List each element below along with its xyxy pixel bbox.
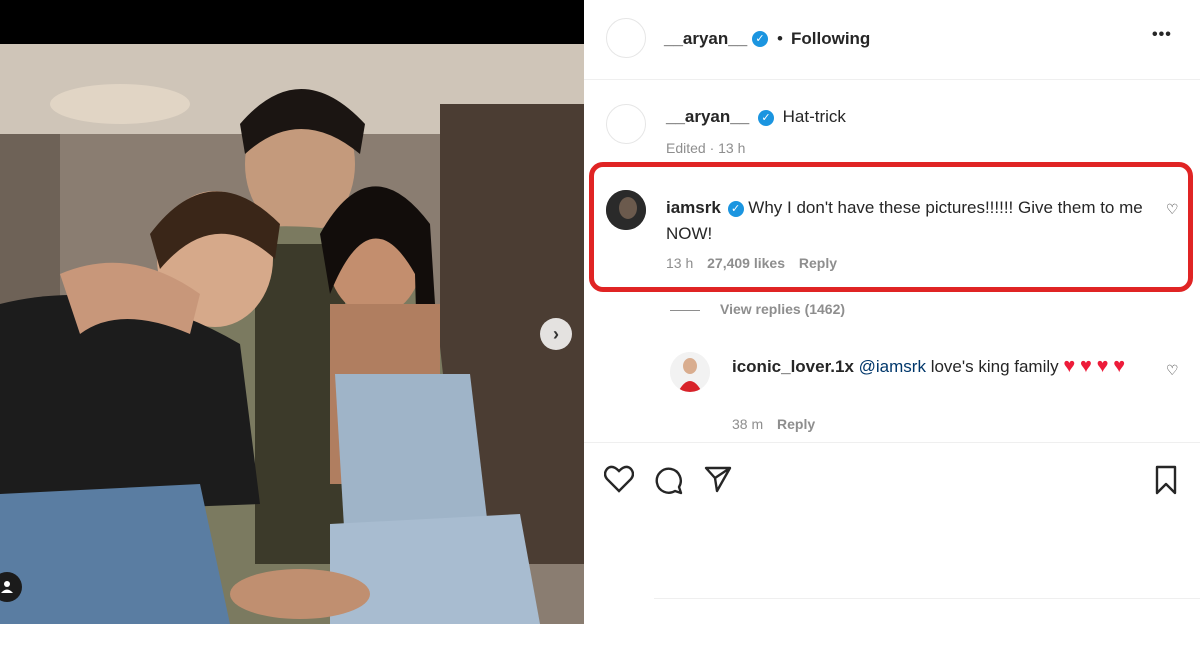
caption-text: Hat-trick: [782, 107, 846, 126]
post-actions-bar: [584, 442, 1200, 522]
verified-icon: ✓: [757, 109, 774, 126]
reply-body: iconic_lover.1x @iamsrk love's king fami…: [732, 353, 1132, 380]
comment-like-heart-icon[interactable]: ♡: [1166, 201, 1179, 218]
comment-icon[interactable]: [654, 465, 684, 495]
heart-emoji: ♥: [1096, 355, 1109, 377]
post-photo[interactable]: [0, 44, 584, 624]
more-options-icon[interactable]: •••: [1152, 26, 1172, 44]
verified-icon: ✓: [727, 200, 744, 217]
post-header: __aryan__ ✓ • Following •••: [584, 0, 1200, 80]
reply-meta: 38 m Reply: [732, 416, 815, 432]
comment-likes[interactable]: 27,409 likes: [707, 255, 785, 271]
comment-reply-button[interactable]: Reply: [799, 255, 837, 271]
media-bottom-bar: [0, 624, 584, 667]
post-media-pane: ›: [0, 0, 584, 667]
media-top-bar: [0, 0, 584, 44]
following-button[interactable]: Following: [791, 29, 870, 49]
caption-row: __aryan__ ✓ Hat-trick: [666, 107, 846, 127]
replies-divider: [670, 310, 700, 311]
dot-separator: •: [777, 29, 783, 48]
reply-avatar[interactable]: [670, 352, 710, 392]
reply-like-heart-icon[interactable]: ♡: [1166, 362, 1179, 379]
post-side-panel: __aryan__ ✓ • Following ••• __aryan__ ✓ …: [584, 0, 1200, 667]
comment-author[interactable]: iamsrk: [666, 198, 721, 217]
heart-icon[interactable]: [604, 465, 634, 493]
verified-icon: ✓: [752, 31, 768, 47]
caption-avatar[interactable]: [606, 104, 646, 144]
reply-text: love's king family: [930, 357, 1059, 376]
reply-time: 38 m: [732, 416, 764, 432]
caption-meta: Edited · 13 h: [666, 140, 746, 156]
heart-emoji: ♥: [1113, 355, 1126, 377]
share-icon[interactable]: [704, 465, 732, 493]
author-avatar[interactable]: [606, 18, 646, 58]
reply-mention[interactable]: @iamsrk: [859, 357, 926, 376]
comment-meta: 13 h 27,409 likes Reply: [666, 255, 837, 271]
author-username[interactable]: __aryan__: [664, 29, 747, 49]
bookmark-icon[interactable]: [1154, 465, 1178, 495]
bottom-divider: [654, 598, 1200, 599]
caption-author[interactable]: __aryan__: [666, 107, 749, 126]
reply-author[interactable]: iconic_lover.1x: [732, 357, 854, 376]
comment-body: iamsrk ✓ Why I don't have these pictures…: [666, 195, 1156, 247]
comment-time: 13 h: [666, 255, 694, 271]
heart-emoji: ♥: [1080, 355, 1092, 377]
chevron-right-icon[interactable]: ›: [540, 318, 572, 350]
commenter-avatar[interactable]: [606, 190, 646, 230]
photo-illustration: [0, 44, 584, 624]
reply-reply-button[interactable]: Reply: [777, 416, 815, 432]
heart-emoji: ♥: [1063, 355, 1076, 377]
view-replies-button[interactable]: View replies (1462): [720, 301, 845, 317]
